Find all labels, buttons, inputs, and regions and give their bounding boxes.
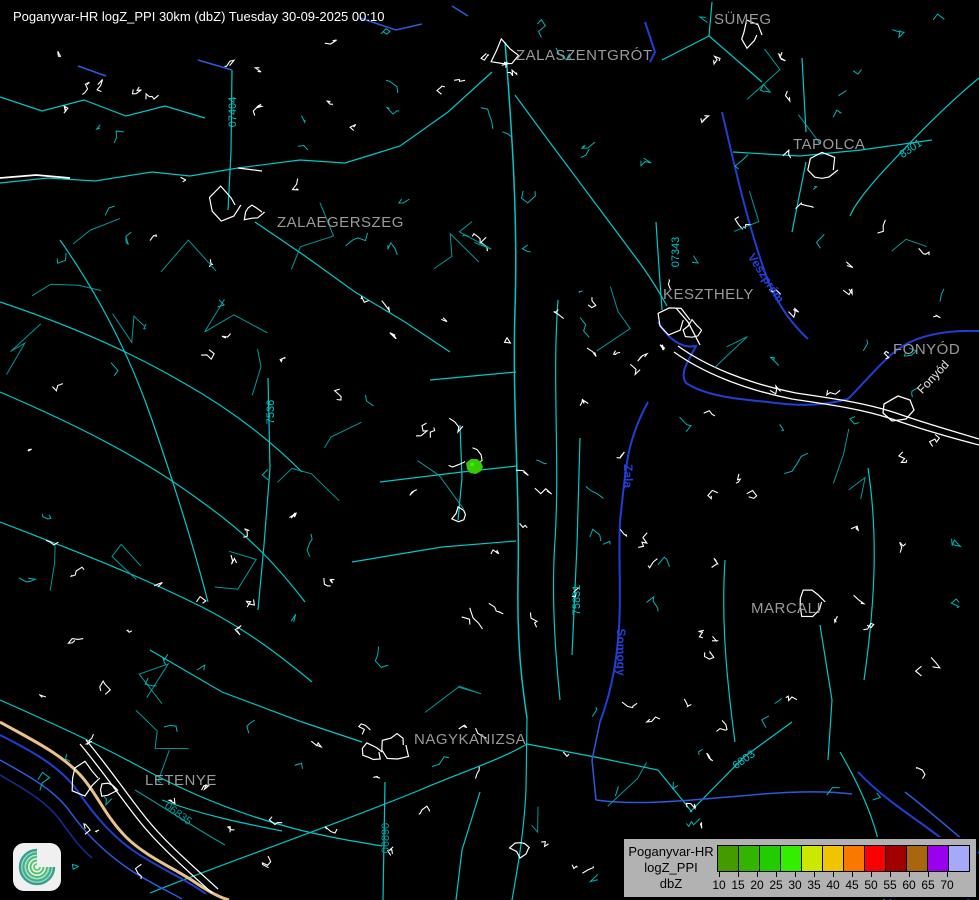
- tick-mark: [719, 872, 720, 877]
- tick-mark: [795, 872, 796, 877]
- legend-panel: Poganyvar-HR logZ_PPI dbZ 10 15 20 25 30 35 40…: [622, 837, 978, 899]
- radar-map: Poganyvar-HR logZ_PPI 30km (dbZ) Tuesday…: [0, 0, 979, 900]
- tick-label: 25: [769, 878, 782, 892]
- scale-cell: [759, 845, 781, 872]
- scale-cell: [948, 845, 970, 872]
- scale-cell: [864, 845, 886, 872]
- tick-label: 45: [845, 878, 858, 892]
- road-label-75831: 75831: [571, 585, 583, 616]
- tick-mark: [814, 872, 815, 877]
- color-scale-cells: [718, 845, 970, 872]
- road-label-06890: 06890: [380, 823, 392, 854]
- scale-cell: [906, 845, 928, 872]
- tick-label: 55: [883, 878, 896, 892]
- tick-mark: [757, 872, 758, 877]
- tick-mark: [890, 872, 891, 877]
- road-label-7536: 7536: [265, 400, 277, 424]
- legend-unit: dbZ: [624, 876, 718, 892]
- tick-label: 30: [788, 878, 801, 892]
- town-label-zalaegerszeg: ZALAEGERSZEG: [277, 214, 404, 231]
- town-label-letenye: LETENYE: [145, 772, 217, 789]
- town-label-marcali: MARCALI: [751, 600, 821, 617]
- tick-label: 15: [731, 878, 744, 892]
- radar-service-logo: [13, 843, 61, 891]
- town-label-sumeg: SÜMEG: [714, 11, 772, 28]
- tick-mark: [871, 872, 872, 877]
- town-label-keszthely: KESZTHELY: [663, 286, 754, 303]
- river-label-zala: Zala: [621, 464, 635, 488]
- town-label-tapolca: TAPOLCA: [793, 136, 865, 153]
- tick-mark: [909, 872, 910, 877]
- legend-color-scale: 10152025303540455055606570: [718, 839, 976, 897]
- scale-cell: [927, 845, 949, 872]
- tick-label: 70: [940, 878, 953, 892]
- scale-cell: [717, 845, 739, 872]
- tick-label: 60: [902, 878, 915, 892]
- spiral-icon: [13, 843, 61, 891]
- scale-cell: [885, 845, 907, 872]
- scale-cell: [801, 845, 823, 872]
- map-line-network: [0, 0, 979, 900]
- town-label-nagykanizsa: NAGYKANIZSA: [414, 731, 526, 748]
- tick-label: 65: [921, 878, 934, 892]
- scale-cell: [738, 845, 760, 872]
- tick-label: 35: [807, 878, 820, 892]
- tick-mark: [928, 872, 929, 877]
- scale-cell: [780, 845, 802, 872]
- tick-label: 20: [750, 878, 763, 892]
- color-scale-ticks: 10152025303540455055606570: [718, 872, 976, 896]
- town-label-zalaszentgrot: ZALASZENTGRÓT: [516, 47, 653, 64]
- scale-cell: [843, 845, 865, 872]
- radar-product-title: Poganyvar-HR logZ_PPI 30km (dbZ) Tuesday…: [13, 9, 384, 24]
- river-label-somogy: Somogy: [614, 628, 628, 675]
- tick-mark: [833, 872, 834, 877]
- road-label-07343: 07343: [670, 237, 682, 268]
- tick-mark: [852, 872, 853, 877]
- legend-radar-name: Poganyvar-HR: [624, 844, 718, 860]
- scale-cell: [822, 845, 844, 872]
- tick-mark: [947, 872, 948, 877]
- town-label-fonyod: FONYÓD: [893, 341, 960, 358]
- tick-label: 10: [712, 878, 725, 892]
- tick-label: 50: [864, 878, 877, 892]
- legend-product: logZ_PPI: [624, 860, 718, 876]
- tick-label: 40: [826, 878, 839, 892]
- road-label-07404: 07404: [227, 97, 239, 128]
- legend-text-block: Poganyvar-HR logZ_PPI dbZ: [624, 844, 718, 892]
- tick-mark: [738, 872, 739, 877]
- tick-mark: [776, 872, 777, 877]
